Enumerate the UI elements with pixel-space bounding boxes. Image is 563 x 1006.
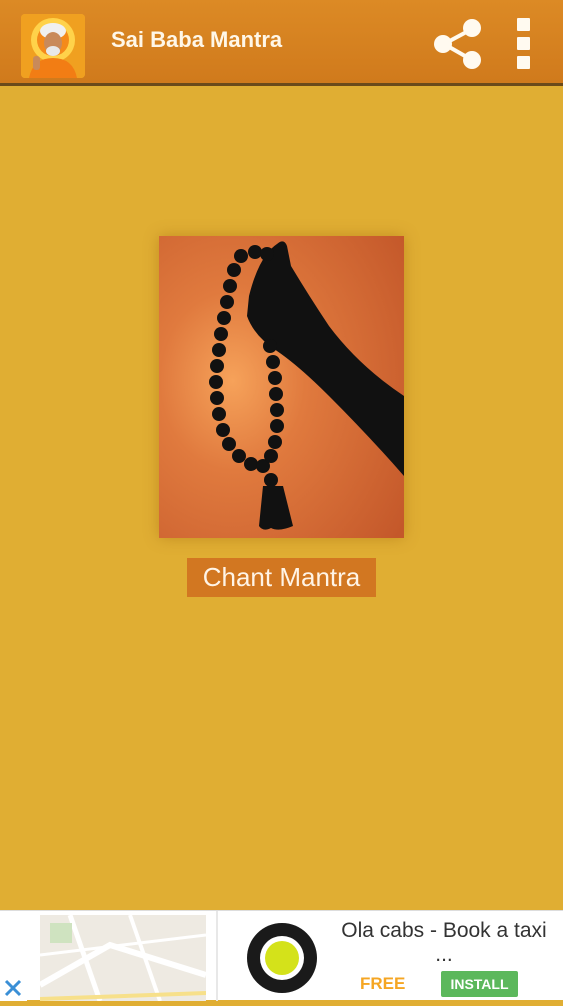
map-thumbnail [40,915,206,1001]
close-icon [4,979,22,997]
sai-baba-portrait-icon [21,14,85,78]
ad-price-label: FREE [360,974,406,993]
ad-banner[interactable]: Ola cabs - Book a taxi ... FREE INSTALL [0,910,563,1001]
share-button[interactable] [430,17,486,71]
ad-divider [216,911,218,1001]
ad-ellipsis: ... [435,943,453,966]
app-bar: Sai Baba Mantra [0,0,563,86]
overflow-menu-button[interactable] [509,16,537,72]
ad-title: Ola cabs - Book a taxi ... [330,919,558,967]
ad-close-button[interactable] [0,973,27,1001]
chant-mantra-button[interactable]: Chant Mantra [187,558,376,597]
share-icon [434,19,481,69]
app-title: Sai Baba Mantra [111,27,283,52]
ad-title-text: Ola cabs - Book a taxi [341,919,547,942]
mala-beads-hand-image[interactable] [159,236,404,538]
ad-install-button[interactable]: INSTALL [441,971,518,997]
ola-logo-icon [245,921,319,995]
